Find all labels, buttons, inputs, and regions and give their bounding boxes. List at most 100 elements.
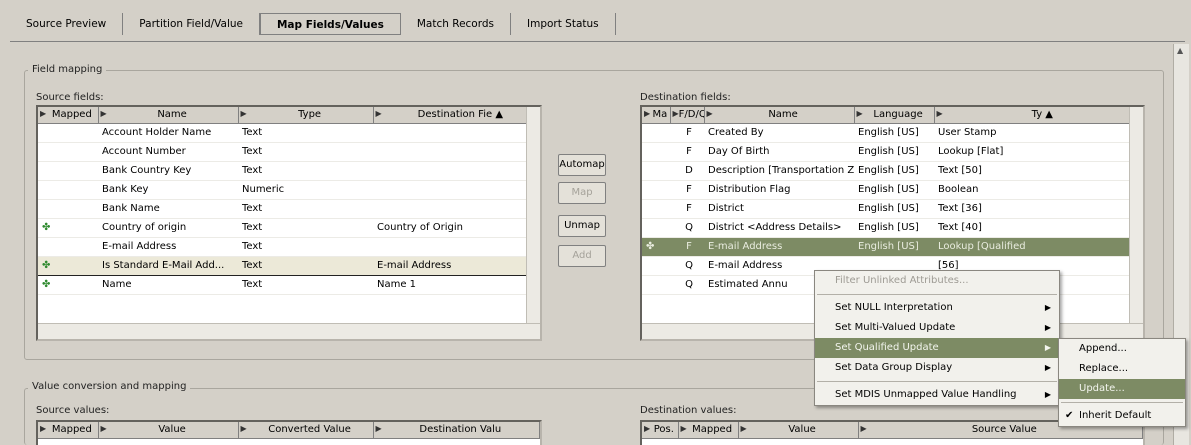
table-row[interactable]: Bank Country Key Text	[38, 161, 540, 181]
unmap-button[interactable]: Unmap	[558, 215, 606, 237]
horizontal-scrollbar[interactable]	[38, 323, 540, 339]
table-row[interactable]: Bank Name Text	[38, 199, 540, 219]
menu-separator	[1061, 402, 1183, 403]
source-values-grid[interactable]: ▶ Mapped ▶ Value ▶ Converted Value ▶ Destina…	[36, 420, 542, 445]
value-conversion-label: Value conversion and mapping	[28, 381, 191, 392]
mapped-icon	[642, 161, 670, 181]
cell-name: E-mail Address	[704, 237, 854, 257]
mapped-icon: ✤	[642, 237, 670, 257]
tab-match-records[interactable]: Match Records	[401, 12, 511, 35]
submenu-item-append[interactable]: Append...	[1059, 339, 1185, 359]
tab-map-fields-values[interactable]: Map Fields/Values	[259, 12, 401, 35]
col-header-type[interactable]: ▶ Ty ▲	[934, 107, 1143, 124]
cell-type: Text	[238, 199, 373, 219]
table-row[interactable]: Q District <Address Details> English [US] T…	[642, 218, 1143, 238]
col-header-destination-value[interactable]: ▶ Destination Valu	[373, 422, 540, 439]
source-fields-label: Source fields:	[36, 92, 104, 103]
cell-fdq: F	[670, 199, 704, 219]
cell-dest: Country of Origin	[373, 218, 540, 238]
col-header-mapped[interactable]: ▶ Mapped	[38, 422, 99, 439]
cell-type: User Stamp	[934, 123, 1143, 143]
table-row[interactable]: F Distribution Flag English [US] Boolean	[642, 180, 1143, 200]
table-row[interactable]: ✤ Name Text Name 1	[38, 275, 540, 295]
col-header-converted-value[interactable]: ▶ Converted Value	[238, 422, 374, 439]
source-fields-grid[interactable]: ▶ Mapped ▶ Name ▶ Type ▶ Destination Fie ▲ A…	[36, 105, 542, 341]
col-header-value[interactable]: ▶ Value	[738, 422, 859, 439]
col-header-name[interactable]: ▶ Name	[704, 107, 855, 124]
table-row[interactable]: F Created By English [US] User Stamp	[642, 123, 1143, 143]
col-header-language[interactable]: ▶ Language	[854, 107, 935, 124]
table-row[interactable]: ✤ Country of origin Text Country of Origin	[38, 218, 540, 238]
menu-separator	[817, 294, 1057, 295]
table-row-highlighted[interactable]: ✤ F E-mail Address English [US] Lookup [Qual…	[642, 237, 1143, 257]
table-row[interactable]: Account Number Text	[38, 142, 540, 162]
col-header-mapped[interactable]: ▶ Ma	[642, 107, 671, 124]
col-header-destination-field[interactable]: ▶ Destination Fie ▲	[373, 107, 540, 124]
cell-dest: E-mail Address	[373, 255, 540, 276]
table-row[interactable]: DDescription [Transportation Zone]Englis…	[642, 161, 1143, 181]
mapped-icon: ✤	[38, 255, 98, 276]
cell-name: Created By	[704, 123, 854, 143]
mapped-icon	[38, 237, 98, 257]
menu-item-set-mdis-unmapped-value-handling[interactable]: Set MDIS Unmapped Value Handling ▶	[815, 385, 1059, 405]
vertical-scrollbar[interactable]	[526, 107, 540, 323]
scroll-up-icon[interactable]: ▲	[1177, 46, 1183, 55]
cell-language: English [US]	[854, 218, 934, 238]
mapped-icon	[642, 256, 670, 276]
submenu-item-replace[interactable]: Replace...	[1059, 359, 1185, 379]
menu-item-set-qualified-update[interactable]: Set Qualified Update ▶	[815, 338, 1059, 358]
col-header-mapped[interactable]: ▶ Mapped	[38, 107, 99, 124]
col-header-name[interactable]: ▶ Name	[98, 107, 239, 124]
mapped-icon	[38, 142, 98, 162]
col-header-fdq[interactable]: ▶ F/D/Q	[670, 107, 705, 124]
cell-name: Bank Country Key	[98, 161, 238, 181]
table-row[interactable]: Account Holder Name Text	[38, 123, 540, 143]
cell-type: Text	[238, 218, 373, 238]
submenu-item-inherit-default[interactable]: ✔ Inherit Default	[1059, 406, 1185, 426]
menu-item-filter-unlinked-attributes[interactable]: Filter Unlinked Attributes...	[815, 271, 1059, 291]
cell-language: English [US]	[854, 237, 934, 257]
table-row-selected[interactable]: ✤ Is Standard E-Mail Add... Text E-mail Add…	[38, 255, 540, 276]
table-row[interactable]: E-mail Address Text	[38, 237, 540, 257]
submenu-arrow-icon: ▶	[1044, 390, 1051, 399]
automap-button[interactable]: Automap	[558, 154, 606, 176]
table-row[interactable]: F District English [US] Text [36]	[642, 199, 1143, 219]
cell-dest	[373, 237, 540, 257]
mapped-icon	[38, 161, 98, 181]
tab-source-preview[interactable]: Source Preview	[10, 12, 124, 35]
cell-name: Account Holder Name	[98, 123, 238, 143]
col-header-pos[interactable]: ▶ Pos.	[642, 422, 679, 439]
table-row[interactable]: Bank Key Numeric	[38, 180, 540, 200]
tab-partition-field-value[interactable]: Partition Field/Value	[123, 12, 260, 35]
table-row[interactable]: F Day Of Birth English [US] Lookup [Flat]	[642, 142, 1143, 162]
mapped-icon: ✤	[38, 275, 98, 295]
cell-name: District	[704, 199, 854, 219]
cell-type: Text [50]	[934, 161, 1143, 181]
cell-fdq: Q	[670, 256, 704, 276]
col-header-value[interactable]: ▶ Value	[98, 422, 239, 439]
tab-import-status[interactable]: Import Status	[511, 12, 616, 35]
cell-dest	[373, 161, 540, 181]
cell-dest	[373, 199, 540, 219]
cell-fdq: Q	[670, 275, 704, 295]
map-button[interactable]: Map	[558, 182, 606, 204]
menu-item-set-data-group-display[interactable]: Set Data Group Display ▶	[815, 358, 1059, 378]
cell-type: Text [36]	[934, 199, 1143, 219]
cell-fdq: F	[670, 142, 704, 162]
menu-item-set-multi-valued-update[interactable]: Set Multi-Valued Update ▶	[815, 318, 1059, 338]
cell-type: Text	[238, 255, 373, 276]
cell-type: Text [40]	[934, 218, 1143, 238]
mapped-icon: ✤	[38, 218, 98, 238]
add-button[interactable]: Add	[558, 245, 606, 267]
menu-item-set-null-interpretation[interactable]: Set NULL Interpretation ▶	[815, 298, 1059, 318]
cell-type: Text	[238, 237, 373, 257]
vertical-scrollbar[interactable]	[1129, 107, 1143, 323]
col-header-type[interactable]: ▶ Type	[238, 107, 374, 124]
source-values-label: Source values:	[36, 405, 110, 416]
cell-type: Numeric	[238, 180, 373, 200]
submenu-item-update[interactable]: Update...	[1059, 379, 1185, 399]
cell-fdq: D	[670, 161, 704, 181]
cell-type: Text	[238, 161, 373, 181]
cell-name: District <Address Details>	[704, 218, 854, 238]
col-header-mapped[interactable]: ▶ Mapped	[678, 422, 739, 439]
